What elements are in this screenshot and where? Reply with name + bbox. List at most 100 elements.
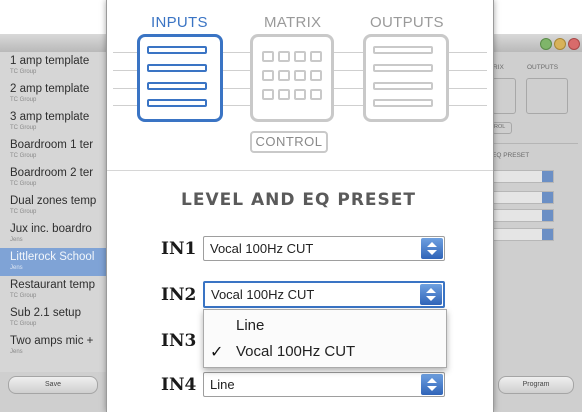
bg-select xyxy=(490,209,554,222)
bg-select-arrow-icon xyxy=(542,210,553,221)
template-item[interactable]: Boardroom 2 ter TC Group xyxy=(0,164,108,192)
checkmark-icon: ✓ xyxy=(210,344,224,361)
template-group: TC Group xyxy=(10,181,37,187)
template-item[interactable]: 3 amp template TC Group xyxy=(0,108,108,136)
select-stepper-icon xyxy=(420,284,442,305)
matrix-cell xyxy=(294,51,306,62)
template-name: Littlerock School xyxy=(10,251,95,263)
output-channel-bar xyxy=(373,64,433,72)
template-group: Jens xyxy=(10,237,23,243)
output-channel-bar xyxy=(373,99,433,107)
bg-matrix-block xyxy=(492,78,516,114)
bg-outputs-block xyxy=(526,78,568,114)
template-group: TC Group xyxy=(10,125,37,131)
bg-select-arrow-icon xyxy=(542,192,553,203)
template-item-selected[interactable]: Littlerock School Jens xyxy=(0,248,108,276)
zoom-window-icon[interactable] xyxy=(540,38,552,50)
control-button[interactable]: CONTROL xyxy=(250,131,328,153)
template-group: TC Group xyxy=(10,97,37,103)
template-item[interactable]: Boardroom 1 ter TC Group xyxy=(0,136,108,164)
program-button[interactable]: Program xyxy=(498,376,574,394)
outputs-block[interactable] xyxy=(363,34,449,122)
template-name: 1 amp template xyxy=(10,55,90,67)
minimize-window-icon[interactable] xyxy=(554,38,566,50)
matrix-block[interactable] xyxy=(250,34,334,122)
template-name: 3 amp template xyxy=(10,111,90,123)
input-channel-bar xyxy=(147,82,207,90)
template-item[interactable]: Sub 2.1 setup TC Group xyxy=(0,304,108,332)
in1-label: IN1 xyxy=(161,239,197,259)
bg-select xyxy=(490,170,554,183)
in4-label: IN4 xyxy=(161,375,197,395)
template-item[interactable]: Restaurant temp TC Group xyxy=(0,276,108,304)
matrix-cell xyxy=(278,70,290,81)
section-title: LEVEL AND EQ PRESET xyxy=(181,190,416,210)
input-channel-bar xyxy=(147,64,207,72)
in1-eq-preset-select[interactable]: Vocal 100Hz CUT xyxy=(203,236,445,261)
template-name: Jux inc. boardro xyxy=(10,223,92,235)
output-channel-bar xyxy=(373,82,433,90)
template-name: Boardroom 2 ter xyxy=(10,167,94,179)
template-list: 1 amp template TC Group 2 amp template T… xyxy=(0,52,108,372)
tab-inputs[interactable]: INPUTS xyxy=(151,14,208,31)
template-group: TC Group xyxy=(10,321,37,327)
routing-panel: INPUTS MATRIX OUTPUTS CONTROL LEVEL AND xyxy=(106,0,494,412)
in2-dropdown-menu: Line ✓ Vocal 100Hz CUT xyxy=(203,309,447,368)
bg-control-label: ROL xyxy=(494,124,506,130)
template-item[interactable]: Dual zones temp TC Group xyxy=(0,192,108,220)
template-name: Sub 2.1 setup xyxy=(10,307,81,319)
template-group: Jens xyxy=(10,349,23,355)
bg-matrix-label: RIX xyxy=(493,64,504,71)
in4-eq-preset-select[interactable]: Line xyxy=(203,372,445,397)
bg-select xyxy=(490,191,554,204)
template-name: Dual zones temp xyxy=(10,195,97,207)
input-channel-bar xyxy=(147,99,207,107)
section-divider xyxy=(107,170,493,171)
matrix-cell xyxy=(262,89,274,100)
template-name: 2 amp template xyxy=(10,83,90,95)
in4-selected-value: Line xyxy=(210,377,235,392)
dropdown-option-vocal[interactable]: ✓ Vocal 100Hz CUT xyxy=(204,340,446,364)
matrix-cell xyxy=(310,70,322,81)
template-group: TC Group xyxy=(10,69,37,75)
template-group: TC Group xyxy=(10,293,37,299)
close-window-icon[interactable] xyxy=(568,38,580,50)
template-group: Jens xyxy=(10,265,23,271)
template-item[interactable]: 1 amp template TC Group xyxy=(0,52,108,80)
template-name: Restaurant temp xyxy=(10,279,96,291)
select-stepper-icon xyxy=(421,374,443,395)
dropdown-option-line[interactable]: Line xyxy=(204,314,446,338)
matrix-cell xyxy=(294,89,306,100)
tab-outputs[interactable]: OUTPUTS xyxy=(370,14,444,31)
input-channel-bar xyxy=(147,46,207,54)
bg-eq-preset-label: EQ PRESET xyxy=(492,152,530,159)
template-item[interactable]: 2 amp template TC Group xyxy=(0,80,108,108)
tab-matrix[interactable]: MATRIX xyxy=(264,14,321,31)
inputs-block[interactable] xyxy=(137,34,223,122)
in2-selected-value: Vocal 100Hz CUT xyxy=(211,287,315,302)
select-stepper-icon xyxy=(421,238,443,259)
template-item[interactable]: Jux inc. boardro Jens xyxy=(0,220,108,248)
save-button[interactable]: Save xyxy=(8,376,98,394)
matrix-cell xyxy=(278,89,290,100)
template-item[interactable]: Two amps mic + Jens xyxy=(0,332,108,360)
in2-label: IN2 xyxy=(161,285,197,305)
bg-select-arrow-icon xyxy=(542,171,553,182)
in1-selected-value: Vocal 100Hz CUT xyxy=(210,241,314,256)
bg-select xyxy=(490,228,554,241)
matrix-cell xyxy=(262,51,274,62)
template-group: TC Group xyxy=(10,209,37,215)
matrix-cell xyxy=(310,89,322,100)
bg-outputs-label: OUTPUTS xyxy=(527,64,559,71)
in2-eq-preset-select[interactable]: Vocal 100Hz CUT xyxy=(203,281,445,308)
in3-label: IN3 xyxy=(161,331,197,351)
template-name: Two amps mic + xyxy=(10,335,94,347)
matrix-cell xyxy=(262,70,274,81)
bg-select-arrow-icon xyxy=(542,229,553,240)
output-channel-bar xyxy=(373,46,433,54)
matrix-cell xyxy=(294,70,306,81)
matrix-cell xyxy=(278,51,290,62)
bg-divider xyxy=(492,143,578,144)
template-group: TC Group xyxy=(10,153,37,159)
dropdown-option-label: Vocal 100Hz CUT xyxy=(236,343,356,360)
